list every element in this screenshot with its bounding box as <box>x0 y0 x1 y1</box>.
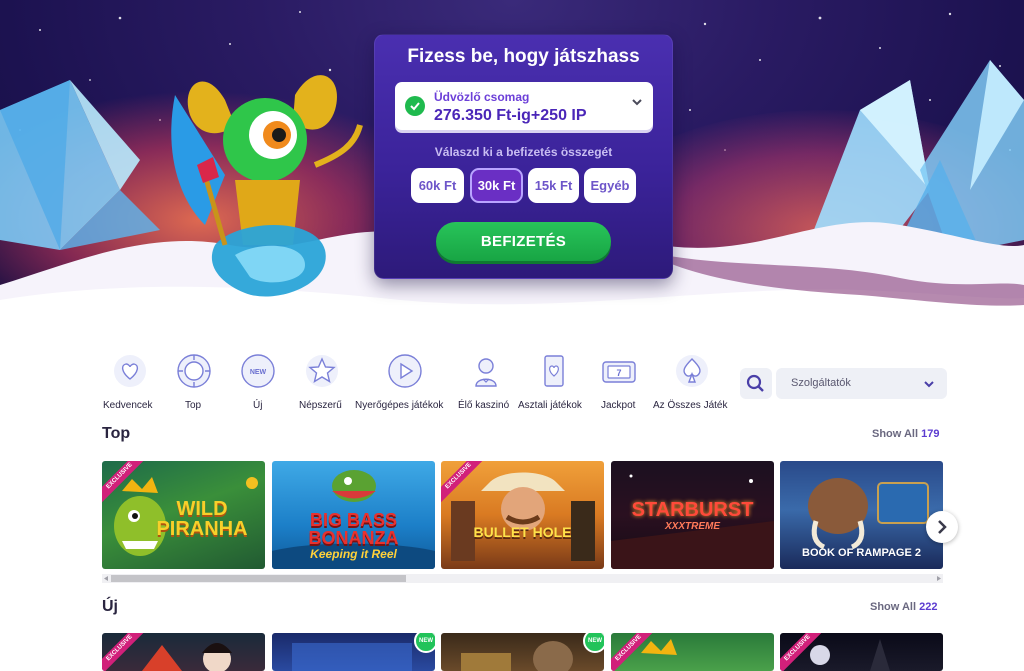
search-icon <box>746 374 764 392</box>
game-tile[interactable]: NEW <box>272 633 435 671</box>
game-title: BOOK OF RAMPAGE 2 <box>802 547 921 559</box>
game-tile-bullet-hole[interactable]: BULLET HOLE EXCLUSIVE <box>441 461 604 569</box>
category-label: Az Összes Játék <box>653 400 728 411</box>
game-title: BULLET HOLE <box>473 524 572 540</box>
show-all-top-link[interactable]: Show All 179 <box>872 428 939 440</box>
page: Fizess be, hogy játszhass Üdvözlő csomag… <box>0 0 1024 671</box>
category-label: Top <box>185 400 202 411</box>
game-subtitle: XXXTREME <box>664 521 720 532</box>
category-new[interactable]: NEW Új <box>235 350 280 416</box>
game-tile-wild-piranha[interactable]: WILD PIRANHA EXCLUSIVE <box>102 461 265 569</box>
provider-placeholder: Szolgáltatók <box>791 377 851 389</box>
category-slots[interactable]: Nyerőgépes játékok <box>355 350 455 416</box>
category-all-games[interactable]: Az Összes Játék <box>653 350 733 416</box>
category-nav: Kedvencek Top NEW Új Népszerű Nyerőgépes… <box>100 350 740 416</box>
mascot-character <box>171 75 363 297</box>
game-art <box>292 643 412 671</box>
star-icon <box>306 355 338 387</box>
category-label: Új <box>253 400 263 411</box>
game-art <box>461 641 573 671</box>
amount-options: 60k Ft 30k Ft 15k Ft Egyéb <box>411 168 639 203</box>
amount-60k-button[interactable]: 60k Ft <box>411 168 464 203</box>
show-all-count: 179 <box>921 428 940 440</box>
bonus-label: Üdvözlő csomag <box>434 90 530 104</box>
carousel-next-button[interactable] <box>926 511 958 543</box>
section-title-new: Új <box>102 598 118 615</box>
show-all-new-link[interactable]: Show All 222 <box>870 601 937 613</box>
category-favorites[interactable]: Kedvencek <box>100 350 160 416</box>
show-all-label: Show All <box>870 601 917 613</box>
svg-text:NEW: NEW <box>250 369 267 376</box>
chip-icon <box>177 354 211 388</box>
search-button[interactable] <box>740 368 772 399</box>
game-tile[interactable]: EXCLUSIVE <box>780 633 943 671</box>
category-label: Népszerű <box>299 400 342 411</box>
category-live-casino[interactable]: Élő kaszinó <box>457 350 515 416</box>
category-label: Nyerőgépes játékok <box>355 400 444 411</box>
svg-text:7: 7 <box>616 368 621 378</box>
game-title: STARBURST <box>631 499 754 521</box>
amount-other-button[interactable]: Egyéb <box>584 168 636 203</box>
game-tile-starburst[interactable]: STARBURST XXXTREME <box>611 461 774 569</box>
amount-30k-button[interactable]: 30k Ft <box>470 168 523 203</box>
category-label: Élő kaszinó <box>458 400 510 411</box>
check-icon <box>405 96 425 116</box>
amount-15k-button[interactable]: 15k Ft <box>528 168 579 203</box>
heart-icon <box>114 355 146 387</box>
deposit-card: Fizess be, hogy játszhass Üdvözlő csomag… <box>374 34 673 279</box>
game-tile[interactable]: EXCLUSIVE <box>611 633 774 671</box>
welcome-bonus-select[interactable]: Üdvözlő csomag 276.350 Ft-ig+250 IP <box>395 82 653 130</box>
slot-777-icon: 7 <box>602 361 636 383</box>
deposit-title: Fizess be, hogy játszhass <box>407 46 640 67</box>
scroll-thumb[interactable] <box>111 575 406 582</box>
category-label: Kedvencek <box>103 400 153 411</box>
scroll-left-icon[interactable] <box>102 574 111 583</box>
chevron-down-icon <box>924 381 934 388</box>
category-label: Asztali játékok <box>518 400 582 411</box>
play-icon <box>388 354 422 388</box>
game-tile-book-of-rampage[interactable]: BOOK OF RAMPAGE 2 <box>780 461 943 569</box>
game-title: WILD PIRANHA <box>156 498 248 540</box>
game-title: BIG BASS BONANZA <box>308 510 399 548</box>
game-tile[interactable]: NEW <box>441 633 604 671</box>
scroll-right-icon[interactable] <box>934 574 943 583</box>
game-tile-big-bass[interactable]: BIG BASS BONANZA Keeping it Reel <box>272 461 435 569</box>
carousel-scrollbar[interactable] <box>102 574 943 583</box>
show-all-label: Show All <box>872 428 919 440</box>
new-badge: NEW <box>414 633 435 653</box>
amount-label: Válaszd ki a befizetés összegét <box>434 145 613 159</box>
category-popular[interactable]: Népszerű <box>295 350 350 416</box>
new-badge: NEW <box>583 633 604 653</box>
dealer-icon <box>475 358 497 387</box>
spade-icon <box>676 355 708 387</box>
category-jackpot[interactable]: 7 Jackpot <box>598 350 644 416</box>
bonus-value: 276.350 Ft-ig+250 IP <box>434 107 587 124</box>
chevron-down-icon <box>632 99 642 106</box>
section-title-top: Top <box>102 425 131 442</box>
new-badge-icon: NEW <box>241 354 275 388</box>
provider-select[interactable]: Szolgáltatók <box>776 368 947 399</box>
category-top[interactable]: Top <box>170 350 218 416</box>
show-all-count: 222 <box>919 601 938 613</box>
game-subtitle: Keeping it Reel <box>310 547 397 561</box>
card-icon <box>544 355 564 387</box>
chevron-right-icon <box>938 520 947 534</box>
deposit-button[interactable]: BEFIZETÉS <box>436 222 611 261</box>
category-table-games[interactable]: Asztali játékok <box>518 350 590 416</box>
game-tile[interactable]: EXCLUSIVE <box>102 633 265 671</box>
category-label: Jackpot <box>601 400 636 411</box>
